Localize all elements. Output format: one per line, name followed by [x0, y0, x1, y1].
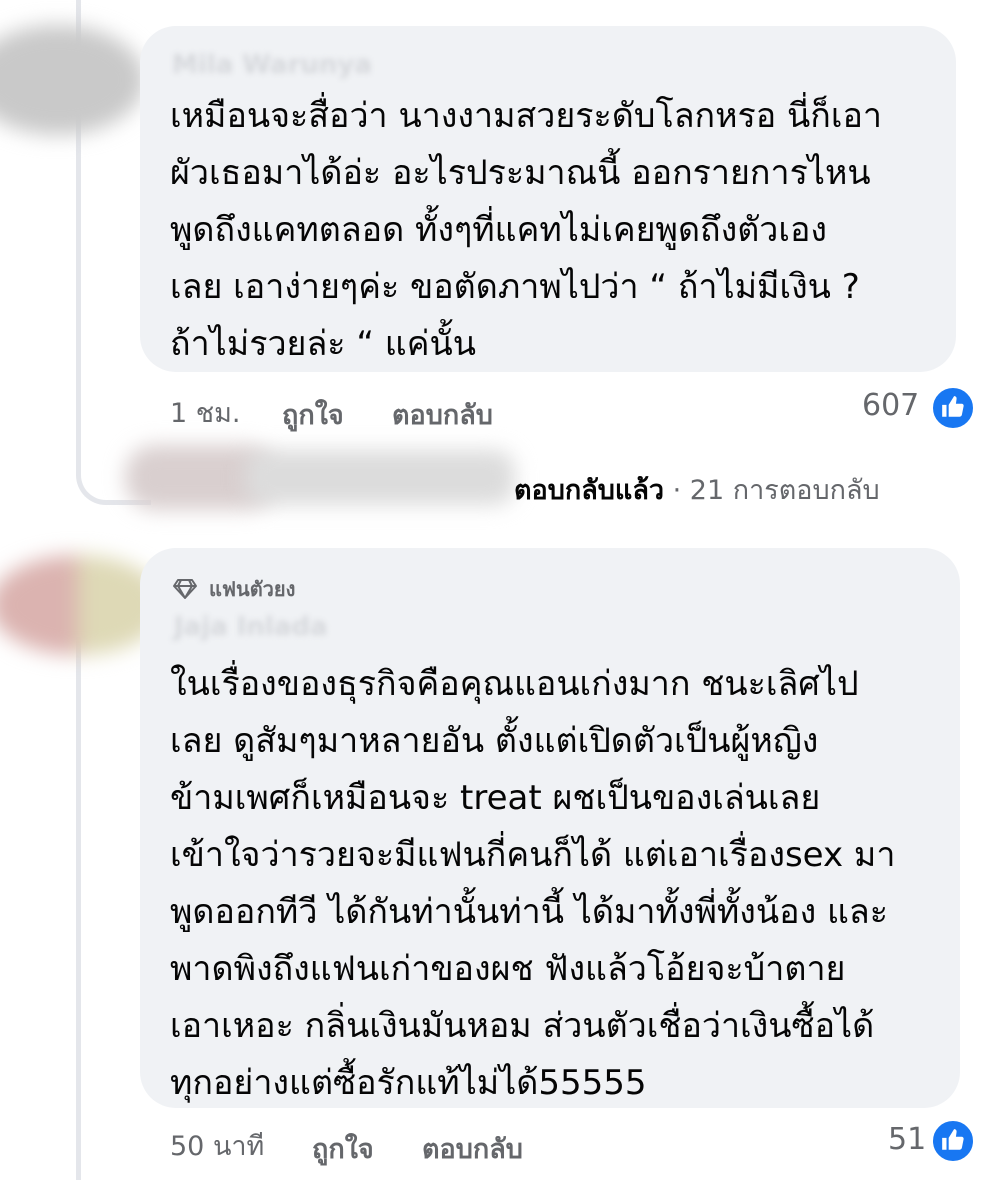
comment-author[interactable]: Mila Warunya [172, 50, 372, 80]
like-button[interactable]: ถูกใจ [282, 393, 344, 436]
thread-line-bottom [76, 590, 81, 1180]
like-thumb-icon [930, 1118, 976, 1164]
comment-text: เหมือนจะสื่อว่า นางงามสวยระดับโลกหรอ นี่… [170, 96, 882, 364]
replied-text: ตอบกลับแล้ว [514, 475, 665, 506]
like-button[interactable]: ถูกใจ [312, 1127, 374, 1170]
replies-count: · 21 การตอบกลับ [672, 475, 880, 506]
like-thumb-icon [930, 385, 976, 431]
replies-summary[interactable]: ตอบกลับแล้ว · 21 การตอบกลับ [514, 468, 880, 511]
badge-label: แฟนตัวยง [208, 577, 296, 601]
diamond-icon [173, 579, 197, 599]
reply-author-blurred [245, 450, 515, 505]
top-fan-badge: แฟนตัวยง [172, 573, 295, 605]
reply-button[interactable]: ตอบกลับ [422, 1127, 523, 1170]
reply-button[interactable]: ตอบกลับ [392, 393, 493, 436]
reaction-count[interactable]: 51 [888, 1122, 926, 1157]
comment-text: ในเรื่องของธุรกิจคือคุณแอนเก่งมาก ชนะเลิ… [170, 664, 896, 1103]
comment-time[interactable]: 1 ชม. [170, 391, 240, 434]
avatar[interactable] [0, 25, 145, 135]
comment-author[interactable]: Jaja Inlada [174, 612, 328, 642]
comment-time[interactable]: 50 นาที [170, 1124, 264, 1167]
reaction-count[interactable]: 607 [862, 388, 919, 423]
